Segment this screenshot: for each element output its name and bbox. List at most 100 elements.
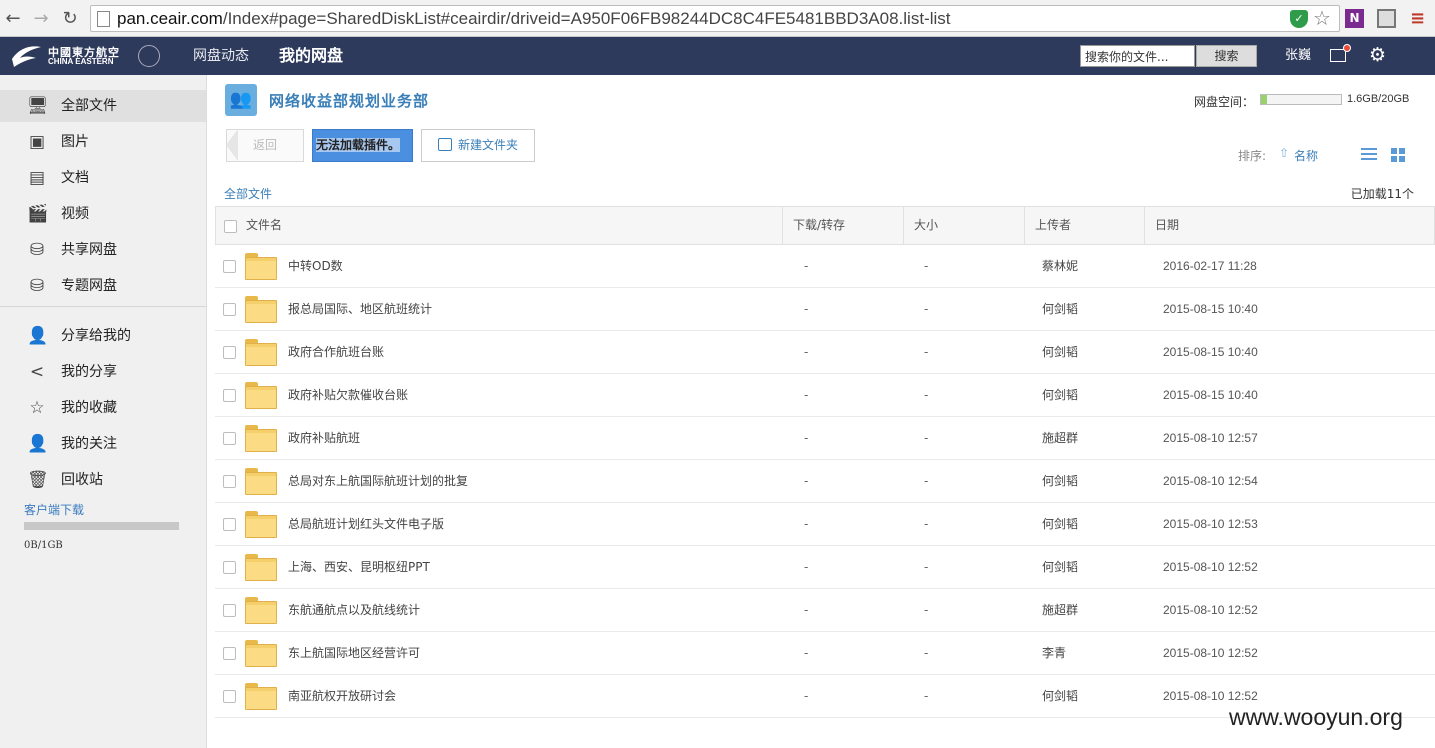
- nav-disk-activity[interactable]: 网盘动态: [193, 37, 249, 75]
- grid-view-icon[interactable]: [1391, 148, 1405, 162]
- table-row[interactable]: 政府补贴欠款催收台账 - - 何剑韬 2015-08-15 10:40: [215, 374, 1435, 417]
- folder-icon[interactable]: [245, 339, 277, 366]
- file-name[interactable]: 东上航国际地区经营许可: [288, 632, 420, 675]
- sidebar-item-my-shares[interactable]: < 我的分享: [0, 356, 206, 388]
- sidebar-item-favorites[interactable]: ☆ 我的收藏: [0, 392, 206, 424]
- sidebar-item-pictures[interactable]: ▣ 图片: [0, 126, 206, 158]
- search-button[interactable]: 搜索: [1196, 45, 1257, 67]
- folder-icon[interactable]: [245, 683, 277, 710]
- table-row[interactable]: 东上航国际地区经营许可 - - 李青 2015-08-10 12:52: [215, 632, 1435, 675]
- search-input[interactable]: [1080, 45, 1195, 67]
- file-download-count: -: [804, 474, 809, 488]
- folder-icon[interactable]: [245, 253, 277, 280]
- table-row[interactable]: 政府合作航班台账 - - 何剑韬 2015-08-15 10:40: [215, 331, 1435, 374]
- sort-arrow-up-icon[interactable]: ⇧: [1279, 146, 1289, 160]
- file-name[interactable]: 南亚航权开放研讨会: [288, 675, 396, 718]
- watermark: www.wooyun.org: [1229, 704, 1403, 730]
- file-uploader: 施超群: [1042, 431, 1079, 445]
- folder-icon[interactable]: [245, 296, 277, 323]
- gear-icon[interactable]: ⚙: [1369, 44, 1386, 66]
- sort-by-name[interactable]: 名称: [1294, 147, 1318, 164]
- sidebar-item-recycle-bin[interactable]: 🗑 回收站: [0, 464, 206, 496]
- file-name[interactable]: 东航通航点以及航线统计: [288, 589, 420, 632]
- onenote-extension-icon[interactable]: N: [1345, 9, 1364, 28]
- user-share-icon: 👤: [27, 326, 49, 346]
- row-checkbox[interactable]: [223, 432, 236, 445]
- column-header-uploader[interactable]: 上传者: [1025, 207, 1145, 244]
- sidebar-item-shared-with-me[interactable]: 👤 分享给我的: [0, 320, 206, 352]
- mail-icon[interactable]: [1330, 44, 1351, 62]
- url-text[interactable]: pan.ceair.com/Index#page=SharedDiskList#…: [117, 9, 950, 29]
- user-name[interactable]: 张巍: [1285, 37, 1311, 75]
- table-row[interactable]: 总局对东上航国际航班计划的批复 - - 何剑韬 2015-08-10 12:54: [215, 460, 1435, 503]
- folder-icon[interactable]: [245, 425, 277, 452]
- url-host: pan.ceair.com: [117, 9, 223, 28]
- row-checkbox[interactable]: [223, 690, 236, 703]
- table-row[interactable]: 上海、西安、昆明枢纽PPT - - 何剑韬 2015-08-10 12:52: [215, 546, 1435, 589]
- file-name[interactable]: 报总局国际、地区航班统计: [288, 288, 432, 331]
- file-name[interactable]: 总局对东上航国际航班计划的批复: [288, 460, 468, 503]
- table-row[interactable]: 中转OD数 - - 蔡林妮 2016-02-17 11:28: [215, 245, 1435, 288]
- url-path: /Index#page=SharedDiskList#ceairdir/driv…: [222, 9, 951, 28]
- file-name[interactable]: 总局航班计划红头文件电子版: [288, 503, 444, 546]
- nav-my-disk[interactable]: 我的网盘: [279, 37, 343, 75]
- file-size: -: [924, 560, 929, 574]
- row-checkbox[interactable]: [223, 389, 236, 402]
- row-checkbox[interactable]: [223, 518, 236, 531]
- column-header-download[interactable]: 下载/转存: [783, 207, 904, 244]
- file-name[interactable]: 上海、西安、昆明枢纽PPT: [288, 546, 430, 589]
- upload-plugin-button[interactable]: 无法加载插件。: [312, 129, 413, 162]
- new-folder-button[interactable]: 新建文件夹: [421, 129, 535, 162]
- back-button[interactable]: 返回: [226, 129, 304, 162]
- sidebar-item-documents[interactable]: ▤ 文档: [0, 162, 206, 194]
- folder-icon[interactable]: [245, 511, 277, 538]
- file-download-count: -: [804, 689, 809, 703]
- row-checkbox[interactable]: [223, 604, 236, 617]
- row-checkbox[interactable]: [223, 561, 236, 574]
- back-arrow-icon[interactable]: ←: [2, 8, 24, 30]
- address-bar[interactable]: pan.ceair.com/Index#page=SharedDiskList#…: [90, 5, 1340, 32]
- file-size: -: [924, 345, 929, 359]
- sidebar-item-shared-drive[interactable]: ⛁ 共享网盘: [0, 234, 206, 266]
- row-checkbox[interactable]: [223, 260, 236, 273]
- extension-icon[interactable]: [1377, 9, 1396, 28]
- sidebar-item-topic-drive[interactable]: ⛁ 专题网盘: [0, 270, 206, 302]
- file-name[interactable]: 政府合作航班台账: [288, 331, 384, 374]
- sidebar-item-following[interactable]: 👤 我的关注: [0, 428, 206, 460]
- china-eastern-logo[interactable]: 中國東方航空 CHINA EASTERN: [10, 43, 160, 69]
- table-row[interactable]: 东航通航点以及航线统计 - - 施超群 2015-08-10 12:52: [215, 589, 1435, 632]
- table-row[interactable]: 报总局国际、地区航班统计 - - 何剑韬 2015-08-15 10:40: [215, 288, 1435, 331]
- sidebar-item-all-files[interactable]: 🖥 全部文件: [0, 90, 206, 122]
- row-checkbox[interactable]: [223, 475, 236, 488]
- row-checkbox[interactable]: [223, 647, 236, 660]
- reload-icon[interactable]: ↻: [59, 8, 81, 30]
- breadcrumb-all-files[interactable]: 全部文件: [224, 185, 272, 202]
- column-header-date[interactable]: 日期: [1145, 207, 1434, 244]
- table-row[interactable]: 总局航班计划红头文件电子版 - - 何剑韬 2015-08-10 12:53: [215, 503, 1435, 546]
- folder-icon[interactable]: [245, 382, 277, 409]
- row-checkbox[interactable]: [223, 346, 236, 359]
- table-row[interactable]: 政府补贴航班 - - 施超群 2015-08-10 12:57: [215, 417, 1435, 460]
- app-header: 中國東方航空 CHINA EASTERN 网盘动态 我的网盘 搜索 张巍 ⚙: [0, 37, 1435, 75]
- file-uploader: 蔡林妮: [1042, 259, 1079, 273]
- row-checkbox[interactable]: [223, 303, 236, 316]
- menu-icon[interactable]: ≡: [1410, 8, 1425, 29]
- sidebar-item-label: 分享给我的: [61, 328, 131, 344]
- client-download-link[interactable]: 客户端下载: [24, 501, 84, 518]
- sidebar-item-videos[interactable]: 🎬 视频: [0, 198, 206, 230]
- shield-icon[interactable]: ✓: [1290, 10, 1308, 28]
- column-header-size[interactable]: 大小: [904, 207, 1025, 244]
- column-header-name[interactable]: 文件名: [236, 207, 783, 244]
- video-icon: 🎬: [27, 204, 49, 224]
- file-name[interactable]: 政府补贴欠款催收台账: [288, 374, 408, 417]
- forward-arrow-icon[interactable]: →: [30, 8, 52, 30]
- folder-icon[interactable]: [245, 468, 277, 495]
- list-view-icon[interactable]: [1361, 148, 1377, 161]
- file-name[interactable]: 中转OD数: [288, 245, 343, 288]
- folder-icon[interactable]: [245, 640, 277, 667]
- folder-icon[interactable]: [245, 597, 277, 624]
- file-name[interactable]: 政府补贴航班: [288, 417, 360, 460]
- folder-icon[interactable]: [245, 554, 277, 581]
- bookmark-star-icon[interactable]: ☆: [1313, 6, 1331, 30]
- document-icon: ▤: [28, 168, 46, 188]
